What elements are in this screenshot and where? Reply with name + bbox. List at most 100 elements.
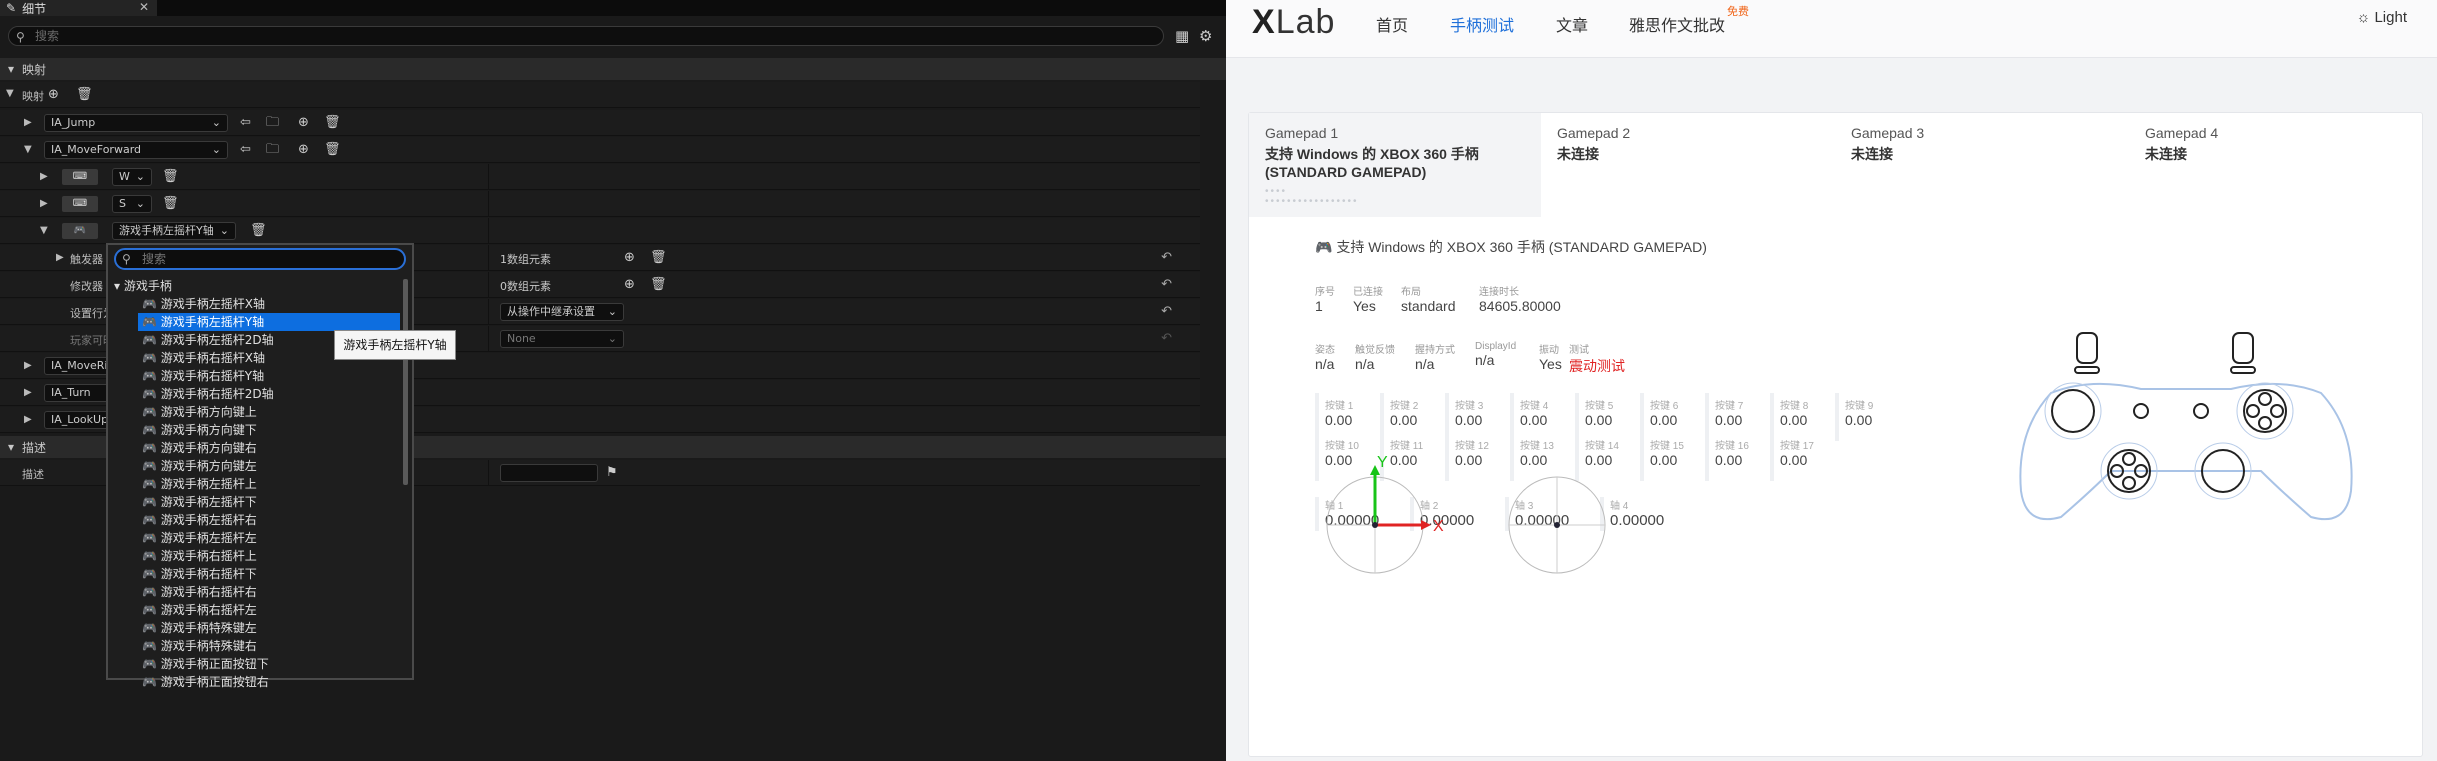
popup-item[interactable]: 🎮 游戏手柄正面按钮下 <box>138 655 400 673</box>
expand-arrow-icon[interactable]: ▼ <box>6 88 14 99</box>
nav-articles[interactable]: 文章 <box>1556 12 1588 36</box>
expand-arrow-icon[interactable]: ▼ <box>24 144 32 155</box>
rt-trigger-icon <box>2232 332 2254 364</box>
expand-arrow-icon[interactable]: ▶ <box>24 117 32 128</box>
trash-icon[interactable]: 🗑 <box>162 195 179 213</box>
popup-item[interactable]: 🎮 游戏手柄方向键左 <box>138 457 400 475</box>
popup-item-label: 游戏手柄右摇杆左 <box>160 603 257 617</box>
back-button-icon[interactable] <box>2133 403 2149 419</box>
chevron-down-icon: ⌄ <box>135 197 145 210</box>
reset-icon[interactable]: ↶ <box>1161 277 1172 292</box>
popup-item[interactable]: 🎮 游戏手柄左摇杆下 <box>138 493 400 511</box>
action-select[interactable]: IA_Jump ⌄ <box>44 114 228 132</box>
gamepad-icon: 🎮 <box>142 567 161 581</box>
popup-scrollbar[interactable] <box>403 279 408 485</box>
start-button-icon[interactable] <box>2193 403 2209 419</box>
popup-item[interactable]: 🎮 游戏手柄左摇杆Y轴 <box>138 313 400 331</box>
expand-arrow-icon[interactable]: ▶ <box>40 171 48 182</box>
nav-home[interactable]: 首页 <box>1376 12 1408 36</box>
key-select[interactable]: S ⌄ <box>112 195 152 213</box>
flag-icon[interactable]: ⚑ <box>606 464 618 482</box>
expand-arrow-icon[interactable]: ▶ <box>56 252 64 263</box>
left-stick-icon[interactable] <box>2051 389 2095 433</box>
reset-icon[interactable]: ↶ <box>1161 250 1172 265</box>
button-value: 0.00 <box>1650 452 1678 468</box>
popup-item[interactable]: 🎮 游戏手柄右摇杆2D轴 <box>138 385 400 403</box>
action-select[interactable]: IA_MoveForward ⌄ <box>44 141 228 159</box>
popup-item[interactable]: 🎮 游戏手柄左摇杆X轴 <box>138 295 400 313</box>
theme-toggle[interactable]: ☼ Light <box>2357 9 2407 26</box>
popup-item[interactable]: 🎮 游戏手柄特殊键右 <box>138 637 400 655</box>
popup-item[interactable]: 🎮 游戏手柄左摇杆上 <box>138 475 400 493</box>
logo[interactable]: XLab <box>1252 0 1335 44</box>
close-icon[interactable]: ✕ <box>139 0 149 14</box>
expand-arrow-icon[interactable]: ▶ <box>24 387 32 398</box>
popup-item-label: 游戏手柄左摇杆2D轴 <box>160 333 274 347</box>
table-view-icon[interactable]: ▦ <box>1175 27 1189 45</box>
add-icon[interactable]: ⊕ <box>624 249 635 267</box>
reset-icon[interactable]: ↶ <box>1161 331 1172 346</box>
settings-select[interactable]: 从操作中继承设置 ⌄ <box>500 303 624 321</box>
popup-item[interactable]: 🎮 游戏手柄特殊键左 <box>138 619 400 637</box>
tab-gamepad-3[interactable]: Gamepad 3 未连接 <box>1835 113 2127 217</box>
tab-gamepad-1[interactable]: Gamepad 1 支持 Windows 的 XBOX 360 手柄 (STAN… <box>1249 113 1541 217</box>
section-mapping[interactable]: ▾ 映射 <box>0 58 1226 80</box>
gamepad-key-select[interactable]: 游戏手柄左摇杆Y轴 ⌄ <box>112 222 236 240</box>
trash-icon[interactable]: 🗑 <box>650 276 667 294</box>
vibration-test-link[interactable]: 震动测试 <box>1569 358 1625 374</box>
expand-arrow-icon[interactable]: ▶ <box>40 198 48 209</box>
folder-icon[interactable]: 🗀 <box>266 141 279 159</box>
info-connected: 已连接 Yes <box>1353 283 1383 314</box>
popup-search-input[interactable]: ⚲ 搜索 <box>114 248 406 270</box>
folder-icon[interactable]: 🗀 <box>266 114 279 132</box>
key-select[interactable]: W ⌄ <box>112 168 152 186</box>
gamepad-icon: 🎮 <box>142 405 161 419</box>
popup-item[interactable]: 🎮 游戏手柄方向键右 <box>138 439 400 457</box>
expand-arrow-icon[interactable]: ▼ <box>40 225 48 236</box>
tab-gamepad-4[interactable]: Gamepad 4 未连接 <box>2129 113 2421 217</box>
popup-item[interactable]: 🎮 游戏手柄右摇杆左 <box>138 601 400 619</box>
button-label: 按键 1 <box>1325 401 1354 412</box>
button-readout: 按键 17 0.00 <box>1770 433 1834 481</box>
gamepad-status: 未连接 <box>1557 146 1599 162</box>
info-label: 测试 <box>1569 345 1589 356</box>
browse-back-icon[interactable]: ⇦ <box>240 114 251 132</box>
nav-gamepad-test[interactable]: 手柄测试 <box>1450 12 1514 36</box>
face-buttons-icon[interactable] <box>2243 389 2287 433</box>
popup-item[interactable]: 🎮 游戏手柄左摇杆左 <box>138 529 400 547</box>
expand-arrow-icon[interactable]: ▶ <box>24 360 32 371</box>
trash-icon[interactable]: 🗑 <box>650 249 667 267</box>
add-icon[interactable]: ⊕ <box>48 86 59 104</box>
popup-item[interactable]: 🎮 游戏手柄右摇杆上 <box>138 547 400 565</box>
tab-gamepad-2[interactable]: Gamepad 2 未连接 <box>1541 113 1833 217</box>
popup-item[interactable]: 🎮 游戏手柄正面按钮右 <box>138 673 400 691</box>
settings-icon[interactable]: ⚙ <box>1199 27 1212 45</box>
button-label: 按键 2 <box>1390 401 1419 412</box>
expand-arrow-icon[interactable]: ▶ <box>24 414 32 425</box>
button-label: 按键 15 <box>1650 441 1684 452</box>
gamepad-icon: 🎮 <box>142 423 161 437</box>
search-input[interactable]: ⚲ 搜索 <box>8 26 1164 46</box>
popup-item[interactable]: 🎮 游戏手柄方向键上 <box>138 403 400 421</box>
nav-ielts[interactable]: 雅思作文批改 <box>1629 12 1725 36</box>
trash-icon[interactable]: 🗑 <box>324 141 341 159</box>
popup-item[interactable]: 🎮 游戏手柄方向键下 <box>138 421 400 439</box>
popup-item[interactable]: 🎮 游戏手柄左摇杆右 <box>138 511 400 529</box>
trash-icon[interactable]: 🗑 <box>162 168 179 186</box>
add-icon[interactable]: ⊕ <box>298 141 309 159</box>
reset-icon[interactable]: ↶ <box>1161 304 1172 319</box>
modifiers-label: 修改器 <box>70 280 103 293</box>
popup-item[interactable]: 🎮 游戏手柄右摇杆Y轴 <box>138 367 400 385</box>
browse-back-icon[interactable]: ⇦ <box>240 141 251 159</box>
popup-item[interactable]: 🎮 游戏手柄右摇杆下 <box>138 565 400 583</box>
tab-details[interactable]: ✎ 细节 ✕ <box>0 0 157 16</box>
popup-item[interactable]: 🎮 游戏手柄右摇杆右 <box>138 583 400 601</box>
category-gamepad[interactable]: ▾ 游戏手柄 <box>114 277 172 294</box>
description-input[interactable] <box>500 464 598 482</box>
trash-icon[interactable]: 🗑 <box>324 114 341 132</box>
add-icon[interactable]: ⊕ <box>298 114 309 132</box>
add-icon[interactable]: ⊕ <box>624 276 635 294</box>
trash-icon[interactable]: 🗑 <box>250 222 267 240</box>
trash-icon[interactable]: 🗑 <box>76 86 93 104</box>
player-select[interactable]: None ⌄ <box>500 330 624 348</box>
